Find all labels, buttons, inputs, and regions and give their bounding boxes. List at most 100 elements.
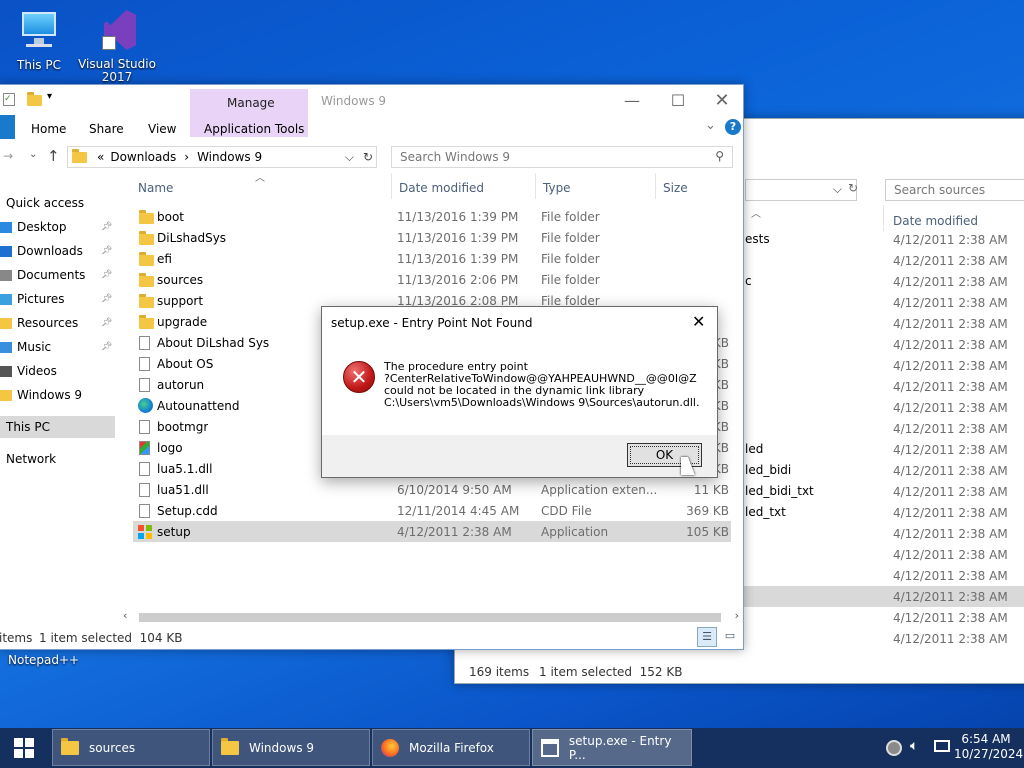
pin-icon[interactable]: 📌︎ [101, 294, 112, 304]
address-dropdown-icon[interactable]: ⌵ [345, 150, 354, 165]
tab-share[interactable]: Share [89, 122, 124, 136]
column-type[interactable]: Type [543, 181, 571, 195]
sidebar-item-label: Videos [17, 364, 57, 378]
new-folder-icon[interactable] [27, 92, 42, 106]
taskbar-button-firefox[interactable]: Mozilla Firefox [372, 729, 530, 766]
refresh-icon[interactable]: ↻ [363, 150, 373, 164]
file-row[interactable]: sources 11/13/2016 2:06 PM File folder [133, 269, 731, 290]
pin-icon[interactable]: 📌︎ [101, 222, 112, 232]
qat-dropdown-icon[interactable]: ▾ [47, 91, 52, 102]
expand-ribbon-icon[interactable]: ⌄ [705, 118, 716, 133]
desktop-icon-visual-studio[interactable]: Visual Studio 2017 [78, 8, 156, 84]
back-file-date: 4/12/2011 2:38 AM [893, 505, 1008, 520]
sidebar-item-windows-9[interactable]: Windows 9 [0, 384, 115, 406]
back-file-date: 4/12/2011 2:38 AM [893, 358, 1008, 373]
quick-access-toolbar[interactable]: ✓ ▾ [3, 91, 63, 109]
search-input[interactable]: Search Windows 9 ⚲ [391, 146, 733, 168]
column-date[interactable]: Date modified [399, 181, 484, 195]
back-file-date: 4/12/2011 2:38 AM [893, 274, 1008, 289]
back-file-date: 4/12/2011 2:38 AM [893, 442, 1008, 457]
details-view-button[interactable]: ☰ [697, 627, 717, 647]
back-file-date: 4/12/2011 2:38 AM [893, 568, 1008, 583]
column-name[interactable]: Name [138, 181, 173, 195]
help-icon[interactable]: ? [725, 119, 741, 135]
file-row[interactable]: efi 11/13/2016 1:39 PM File folder [133, 248, 731, 269]
edge-icon [138, 398, 153, 413]
file-name: Setup.cdd [157, 503, 218, 518]
scroll-right-icon[interactable]: › [735, 609, 739, 622]
close-button[interactable]: ✕ [699, 85, 745, 115]
tab-view[interactable]: View [148, 122, 176, 136]
manage-label: Manage [227, 96, 275, 110]
scrollbar-thumb[interactable] [139, 613, 721, 622]
properties-icon[interactable]: ✓ [3, 93, 15, 106]
scroll-left-icon[interactable]: ‹ [123, 609, 127, 622]
up-arrow-icon[interactable]: ↑ [47, 147, 60, 165]
back-file-date: 4/12/2011 2:38 AM [893, 337, 1008, 352]
file-row[interactable]: DiLshadSys 11/13/2016 1:39 PM File folder [133, 227, 731, 248]
sidebar-item-music[interactable]: Music 📌︎ [0, 336, 115, 358]
dialog-close-icon[interactable]: ✕ [692, 312, 705, 331]
sidebar-item-pictures[interactable]: Pictures 📌︎ [0, 288, 115, 310]
nav-network[interactable]: Network [0, 448, 115, 470]
breadcrumb-windows-9[interactable]: Windows 9 [197, 150, 262, 164]
image-icon [139, 440, 150, 455]
column-divider [655, 173, 656, 199]
network-icon[interactable] [934, 740, 950, 752]
file-row[interactable]: setup 4/12/2011 2:38 AM Application 105 KB [133, 521, 731, 542]
tab-home[interactable]: Home [31, 122, 66, 136]
back-file-date: 4/12/2011 2:38 AM [893, 631, 1008, 646]
maximize-button[interactable]: ☐ [655, 85, 701, 115]
column-divider [391, 173, 392, 199]
recent-dropdown-icon[interactable]: ⌄ [29, 149, 37, 160]
taskbar-button-setup-dialog[interactable]: setup.exe - Entry P... [532, 729, 692, 766]
pin-icon[interactable]: 📌︎ [101, 318, 112, 328]
file-tab[interactable] [0, 115, 15, 139]
breadcrumb-downloads[interactable]: Downloads [110, 150, 176, 164]
minimize-button[interactable]: — [609, 85, 655, 115]
back-file-date: 4/12/2011 2:38 AM [893, 379, 1008, 394]
horizontal-scrollbar[interactable]: ‹ › [121, 609, 743, 625]
chevron-right-icon[interactable]: › [184, 150, 189, 164]
search-placeholder: Search Windows 9 [400, 150, 511, 164]
taskbar-button-sources[interactable]: sources [52, 729, 210, 766]
sidebar-item-downloads[interactable]: Downloads 📌︎ [0, 240, 115, 262]
visual-studio-icon [94, 8, 140, 54]
back-arrow-icon[interactable]: → [3, 149, 13, 163]
address-bar[interactable]: « Downloads › Windows 9 ⌵ ↻ [67, 146, 377, 168]
large-icons-view-button[interactable]: ▭ [721, 627, 739, 647]
file-row[interactable]: boot 11/13/2016 1:39 PM File folder [133, 206, 731, 227]
error-dialog[interactable]: setup.exe - Entry Point Not Found ✕ ✕ Th… [321, 306, 718, 478]
back-search-input[interactable]: Search sources [885, 179, 1024, 201]
back-column-date[interactable]: Date modified [893, 214, 978, 228]
sidebar-item-label: Windows 9 [17, 388, 83, 402]
sidebar-item-documents[interactable]: Documents 📌︎ [0, 264, 115, 286]
folder-icon [0, 317, 12, 329]
volume-icon[interactable]: 🔈︎ [910, 738, 918, 754]
sort-arrow-icon: ︿ [751, 209, 761, 220]
back-file-date: 4/12/2011 2:38 AM [893, 421, 1008, 436]
pin-icon[interactable]: 📌︎ [101, 342, 112, 352]
back-file-date: 4/12/2011 2:38 AM [893, 400, 1008, 415]
pin-icon[interactable]: 📌︎ [101, 246, 112, 256]
file-row[interactable]: Setup.cdd 12/11/2014 4:45 AM CDD File 369 K… [133, 500, 731, 521]
network-status-icon[interactable] [886, 740, 902, 756]
taskbar-label: setup.exe - Entry P... [568, 733, 672, 762]
column-size[interactable]: Size [663, 181, 688, 195]
back-address-dropdown[interactable]: ⌵ ↻ [745, 179, 858, 201]
clock[interactable]: 6:54 AM 10/27/2024 [954, 732, 1023, 762]
nav-quick-access[interactable]: Quick access [0, 192, 115, 214]
desktop-icon-this-pc[interactable]: This PC [0, 8, 78, 72]
pin-icon[interactable]: 📌︎ [101, 270, 112, 280]
nav-this-pc[interactable]: This PC [0, 416, 115, 438]
start-button[interactable] [6, 736, 40, 760]
folder-icon [139, 314, 154, 329]
computer-icon [16, 8, 62, 54]
sidebar-item-videos[interactable]: Videos [0, 360, 115, 382]
file-row[interactable]: lua51.dll 6/10/2014 9:50 AM Application ex… [133, 479, 731, 500]
settings-file-icon [139, 377, 150, 392]
taskbar-button-windows-9[interactable]: Windows 9 [212, 729, 370, 766]
sidebar-item-resources[interactable]: Resources 📌︎ [0, 312, 115, 334]
sidebar-item-desktop[interactable]: Desktop 📌︎ [0, 216, 115, 238]
tab-application-tools[interactable]: Application Tools [204, 122, 304, 136]
